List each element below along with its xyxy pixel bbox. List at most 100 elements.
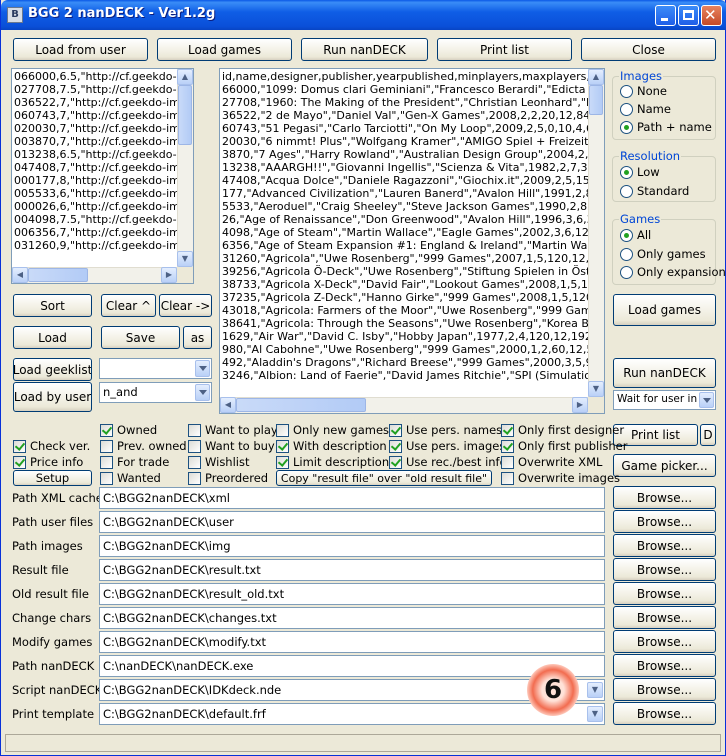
load-button[interactable]: Load xyxy=(13,326,92,349)
scroll-thumb[interactable] xyxy=(28,268,88,282)
list-item[interactable]: 3246,"Albion: Land of Faerie","David Jam… xyxy=(222,369,588,382)
only-first-publisher-checkbox[interactable]: Only first publisher xyxy=(501,439,628,453)
price-info-checkbox[interactable]: Price info xyxy=(13,455,83,469)
load-geeklist-button[interactable]: Load geeklist xyxy=(13,358,92,381)
list-item[interactable]: 26,"Age of Renaissance","Don Greenwood",… xyxy=(222,213,588,226)
run-nandeck-side-button[interactable]: Run nanDECK xyxy=(613,358,716,388)
list-item[interactable]: 38641,"Agricola: Through the Seasons","U… xyxy=(222,317,588,330)
path-xml-cache-browse-button[interactable]: Browse... xyxy=(613,486,716,509)
chevron-down-icon[interactable] xyxy=(195,360,210,377)
list-item[interactable]: 036522,7,"http://cf.geekdo-images.c xyxy=(14,96,177,109)
setup-button[interactable]: Setup xyxy=(13,470,92,486)
wait-mode-combo[interactable]: Wait for user inpu xyxy=(613,390,716,410)
list-item[interactable]: 3870,"7 Ages","Harry Rowland","Australia… xyxy=(222,148,588,161)
scroll-thumb[interactable] xyxy=(236,398,366,412)
scroll-left-icon[interactable]: ◀ xyxy=(220,397,236,413)
list-item[interactable]: 6356,"Age of Steam Expansion #1: England… xyxy=(222,239,588,252)
copy-result-button[interactable]: Copy "result file" over "old result file… xyxy=(276,470,492,486)
list-item[interactable]: 003870,7,"http://cf.geekdo-images.c xyxy=(14,135,177,148)
only-first-designer-checkbox[interactable]: Only first designer xyxy=(501,423,624,437)
games-option-all[interactable]: All xyxy=(620,228,651,242)
load-from-user-button[interactable]: Load from user xyxy=(13,38,148,61)
scroll-thumb[interactable] xyxy=(178,85,192,145)
load-games-button[interactable]: Load games xyxy=(157,38,292,61)
game-picker-button[interactable]: Game picker... xyxy=(613,454,716,477)
modify-games-field[interactable]: C:\BGG2nanDECK\modify.txt xyxy=(99,631,605,653)
list-item[interactable]: 177,"Advanced Civilization","Lauren Bane… xyxy=(222,187,588,200)
games-option-only-games[interactable]: Only games xyxy=(620,247,706,261)
use-rec-best-info-checkbox[interactable]: Use rec./best info xyxy=(389,455,507,469)
scroll-up-icon[interactable]: ▲ xyxy=(177,69,193,85)
list-item[interactable]: 1629,"Air War","David C. Isby","Hobby Ja… xyxy=(222,330,588,343)
run-nandeck-button[interactable]: Run nanDECK xyxy=(301,38,428,61)
path-user-files-browse-button[interactable]: Browse... xyxy=(613,510,716,533)
old-result-file-browse-button[interactable]: Browse... xyxy=(613,582,716,605)
filter-combo[interactable]: n_and xyxy=(99,382,212,403)
wishlist-checkbox[interactable]: Wishlist xyxy=(188,455,249,469)
load-by-user-button[interactable]: Load by user xyxy=(13,382,92,412)
images-option-path-name[interactable]: Path + name xyxy=(620,120,712,134)
list-item[interactable]: 004098,7.5,"http://cf.geekdo-images xyxy=(14,213,177,226)
path-images-browse-button[interactable]: Browse... xyxy=(613,534,716,557)
list-item[interactable]: 5533,"Aeroduel","Craig Sheeley","Steve J… xyxy=(222,200,588,213)
use-pers-images-checkbox[interactable]: Use pers. images xyxy=(389,439,505,453)
save-button[interactable]: Save xyxy=(101,326,180,349)
overwrite-images-checkbox[interactable]: Overwrite images xyxy=(501,471,620,485)
path-nandeck-field[interactable]: C:\nanDECK\nanDECK.exe xyxy=(99,655,605,677)
sort-button[interactable]: Sort xyxy=(13,294,92,317)
old-result-file-field[interactable]: C:\BGG2nanDECK\result_old.txt xyxy=(99,583,605,605)
list-item[interactable]: 20030,"6 nimmt! Plus","Wolfgang Kramer",… xyxy=(222,135,588,148)
change-chars-browse-button[interactable]: Browse... xyxy=(613,606,716,629)
result-list-vscroll[interactable]: ▲ ▼ xyxy=(588,69,604,397)
change-chars-field[interactable]: C:\BGG2nanDECK\changes.txt xyxy=(99,607,605,629)
list-item[interactable]: 031260,9,"http://cf.geekdo-images.c xyxy=(14,239,177,252)
list-item[interactable]: 38733,"Agricola X-Deck","David Fair","Lo… xyxy=(222,278,588,291)
list-item[interactable]: 027708,7.5,"http://cf.geekdo-images xyxy=(14,83,177,96)
use-pers-names-checkbox[interactable]: Use pers. names xyxy=(389,423,502,437)
result-list[interactable]: id,name,designer,publisher,yearpublished… xyxy=(219,68,605,414)
maximize-button[interactable] xyxy=(678,5,699,26)
scroll-left-icon[interactable]: ◀ xyxy=(12,267,28,283)
path-xml-cache-field[interactable]: C:\BGG2nanDECK\xml xyxy=(99,487,605,509)
path-images-field[interactable]: C:\BGG2nanDECK\img xyxy=(99,535,605,557)
images-option-none[interactable]: None xyxy=(620,84,667,98)
rank-list[interactable]: 066000,6.5,"http://cf.geekdo-images02770… xyxy=(11,68,194,284)
rank-list-vscroll[interactable]: ▲ ▼ xyxy=(177,69,193,267)
close-window-button[interactable]: ✕ xyxy=(701,5,722,26)
print-list-button[interactable]: Print list xyxy=(437,38,572,61)
list-item[interactable]: 005533,6,"http://cf.geekdo-images.c xyxy=(14,187,177,200)
list-item[interactable]: 060743,7,"http://cf.geekdo-images.c xyxy=(14,109,177,122)
scroll-thumb[interactable] xyxy=(589,85,603,115)
chevron-down-icon[interactable]: ▼ xyxy=(587,682,603,698)
want-to-buy-checkbox[interactable]: Want to buy xyxy=(188,439,275,453)
list-item[interactable]: 000026,6,"http://cf.geekdo-images.c xyxy=(14,200,177,213)
scroll-down-icon[interactable]: ▼ xyxy=(177,251,193,267)
games-option-only-expansion[interactable]: Only expansion xyxy=(620,265,726,279)
scroll-up-icon[interactable]: ▲ xyxy=(588,69,604,85)
list-item[interactable]: 980,"Al Cabohne","Uwe Rosenberg","999 Ga… xyxy=(222,343,588,356)
list-item[interactable]: 60743,"51 Pegasi","Carlo Tarciotti","On … xyxy=(222,122,588,135)
list-item[interactable]: 13238,"AAARGH!!","Giovanni Ingellis","Sc… xyxy=(222,161,588,174)
images-option-name[interactable]: Name xyxy=(620,102,671,116)
with-description-checkbox[interactable]: With description xyxy=(276,439,387,453)
list-item[interactable]: 492,"Aladdin's Dragons","Richard Breese"… xyxy=(222,356,588,369)
wanted-checkbox[interactable]: Wanted xyxy=(100,471,161,485)
geeklist-combo[interactable] xyxy=(99,358,212,379)
clear-up-button[interactable]: Clear ^ xyxy=(101,294,156,317)
scroll-right-icon[interactable]: ▶ xyxy=(572,397,588,413)
list-item[interactable]: 013238,6.5,"http://cf.geekdo-images xyxy=(14,148,177,161)
clear-right-button[interactable]: Clear -> xyxy=(159,294,212,317)
print-d-button[interactable]: D xyxy=(700,424,716,446)
scroll-right-icon[interactable]: ▶ xyxy=(161,267,177,283)
list-item[interactable]: 37235,"Agricola Z-Deck","Hanno Girke","9… xyxy=(222,291,588,304)
list-item[interactable]: 006356,7,"http://cf.geekdo-images.c xyxy=(14,226,177,239)
path-nandeck-browse-button[interactable]: Browse... xyxy=(613,654,716,677)
list-item[interactable]: 047408,7,"http://cf.geekdo-images.c xyxy=(14,161,177,174)
list-item[interactable]: 66000,"1099: Domus clari Geminiani","Fra… xyxy=(222,83,588,96)
save-as-button[interactable]: as xyxy=(183,326,212,349)
resolution-option-standard[interactable]: Standard xyxy=(620,184,689,198)
load-games-side-button[interactable]: Load games xyxy=(613,294,716,326)
list-item[interactable]: 066000,6.5,"http://cf.geekdo-images xyxy=(14,70,177,83)
chevron-down-icon[interactable] xyxy=(699,392,714,408)
minimize-button[interactable] xyxy=(655,5,676,26)
